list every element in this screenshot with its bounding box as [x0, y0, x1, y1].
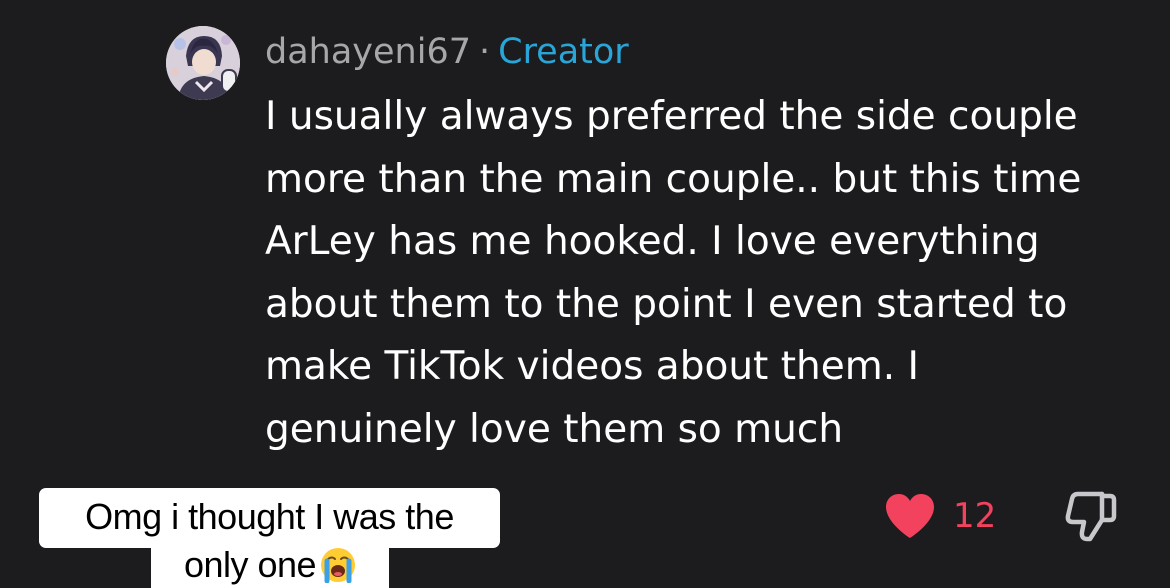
comment-line: more than the main couple.. but this tim…	[265, 156, 1082, 202]
like-count: 12	[953, 496, 997, 536]
caption-overlay-line2: only one	[151, 540, 389, 588]
dislike-button[interactable]	[1064, 490, 1118, 546]
comment-line: make TikTok videos about them. I	[265, 344, 920, 389]
avatar-illustration-icon	[166, 26, 240, 100]
caption-overlay-line1: Omg i thought I was the	[39, 488, 500, 548]
thumbs-down-icon	[1065, 491, 1117, 542]
comment-line: ArLey has me hooked. I love everything	[265, 219, 1040, 264]
username[interactable]: dahayeni67	[265, 32, 471, 72]
creator-badge: Creator	[498, 32, 629, 72]
heart-icon	[886, 494, 934, 538]
comment-body: I usually always preferred the side coup…	[265, 86, 1145, 461]
header-separator: ·	[478, 32, 491, 72]
user-avatar[interactable]	[166, 26, 240, 100]
comment-line: about them to the point I even started t…	[265, 281, 1068, 327]
comment-line: genuinely love them so much	[265, 406, 844, 452]
loudly-crying-face-emoji-icon	[321, 548, 356, 583]
comment-header: dahayeni67 · Creator	[265, 30, 629, 74]
comment-line: I usually always preferred the side coup…	[265, 94, 1078, 139]
like-button[interactable]: 12	[884, 490, 996, 542]
caption-text: only one	[183, 544, 317, 585]
